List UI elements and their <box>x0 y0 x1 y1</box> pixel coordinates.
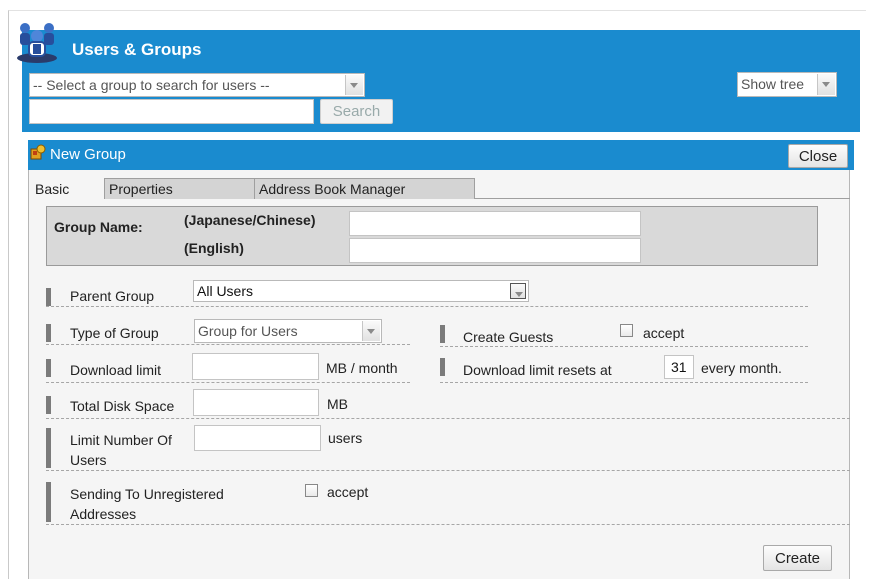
chevron-down-icon <box>345 75 363 95</box>
create-guests-label: Create Guests <box>463 329 554 345</box>
row-divider <box>46 470 850 471</box>
type-of-group-label: Type of Group <box>70 325 159 341</box>
limit-users-label-line1: Limit Number Of <box>70 432 172 448</box>
search-button[interactable]: Search <box>320 99 393 124</box>
search-input[interactable] <box>29 99 314 124</box>
english-label: (English) <box>184 240 244 256</box>
download-reset-suffix: every month. <box>701 360 782 376</box>
row-divider <box>46 382 410 383</box>
row-divider <box>440 382 808 383</box>
create-guests-checkbox[interactable] <box>620 324 633 337</box>
group-select-value: -- Select a group to search for users -- <box>33 77 270 93</box>
tab-divider <box>474 198 850 199</box>
download-limit-input[interactable] <box>192 353 319 380</box>
download-reset-day-input[interactable]: 31 <box>664 355 694 379</box>
type-of-group-select[interactable]: Group for Users <box>194 319 382 343</box>
download-limit-unit: MB / month <box>326 360 398 376</box>
limit-users-unit: users <box>328 430 363 446</box>
sending-label-line2: Addresses <box>70 506 137 522</box>
tab-address-book-manager[interactable]: Address Book Manager <box>254 178 475 199</box>
download-reset-label: Download limit resets at <box>463 362 612 378</box>
row-divider <box>46 418 850 419</box>
row-divider <box>46 306 808 307</box>
parent-group-value: All Users <box>197 283 254 299</box>
panel-header <box>28 140 854 170</box>
tab-properties[interactable]: Properties <box>104 178 254 199</box>
limit-users-label-line2: Users <box>70 452 107 468</box>
total-disk-label: Total Disk Space <box>70 398 175 414</box>
row-marker <box>440 358 445 376</box>
row-divider <box>46 524 850 525</box>
close-button[interactable]: Close <box>788 144 848 168</box>
group-name-en-input[interactable] <box>349 238 641 263</box>
row-marker <box>46 428 51 468</box>
users-groups-logo-icon <box>12 20 62 64</box>
row-marker <box>46 396 51 414</box>
panel-title: New Group <box>50 146 126 163</box>
group-name-jp-input[interactable] <box>349 211 641 236</box>
total-disk-input[interactable] <box>193 389 319 416</box>
sending-label-line1: Sending To Unregistered <box>70 486 224 502</box>
row-marker <box>440 325 445 343</box>
parent-group-label: Parent Group <box>70 288 155 304</box>
group-name-label: Group Name: <box>54 219 143 235</box>
sending-accept-label: accept <box>327 484 369 500</box>
group-select[interactable]: -- Select a group to search for users -- <box>29 73 365 97</box>
row-divider <box>440 346 808 347</box>
chevron-down-icon <box>510 283 526 299</box>
create-button[interactable]: Create <box>763 545 832 571</box>
create-guests-accept-label: accept <box>643 325 685 341</box>
new-group-icon <box>30 144 46 160</box>
type-of-group-value: Group for Users <box>198 323 298 339</box>
app-title: Users & Groups <box>72 40 202 59</box>
row-marker <box>46 288 51 306</box>
chevron-down-icon <box>817 74 835 95</box>
row-divider <box>46 344 410 345</box>
total-disk-unit: MB <box>327 396 348 412</box>
sending-accept-checkbox[interactable] <box>305 484 318 497</box>
row-marker <box>46 324 51 342</box>
limit-users-input[interactable] <box>194 425 321 451</box>
show-tree-select[interactable]: Show tree <box>737 72 837 97</box>
row-marker <box>46 482 51 522</box>
tab-basic[interactable]: Basic <box>30 178 104 199</box>
download-limit-label: Download limit <box>70 362 162 378</box>
chevron-down-icon <box>362 321 380 341</box>
row-marker <box>46 359 51 377</box>
show-tree-value: Show tree <box>741 76 805 92</box>
parent-group-select[interactable]: All Users <box>193 280 529 302</box>
japanese-chinese-label: (Japanese/Chinese) <box>184 212 316 228</box>
